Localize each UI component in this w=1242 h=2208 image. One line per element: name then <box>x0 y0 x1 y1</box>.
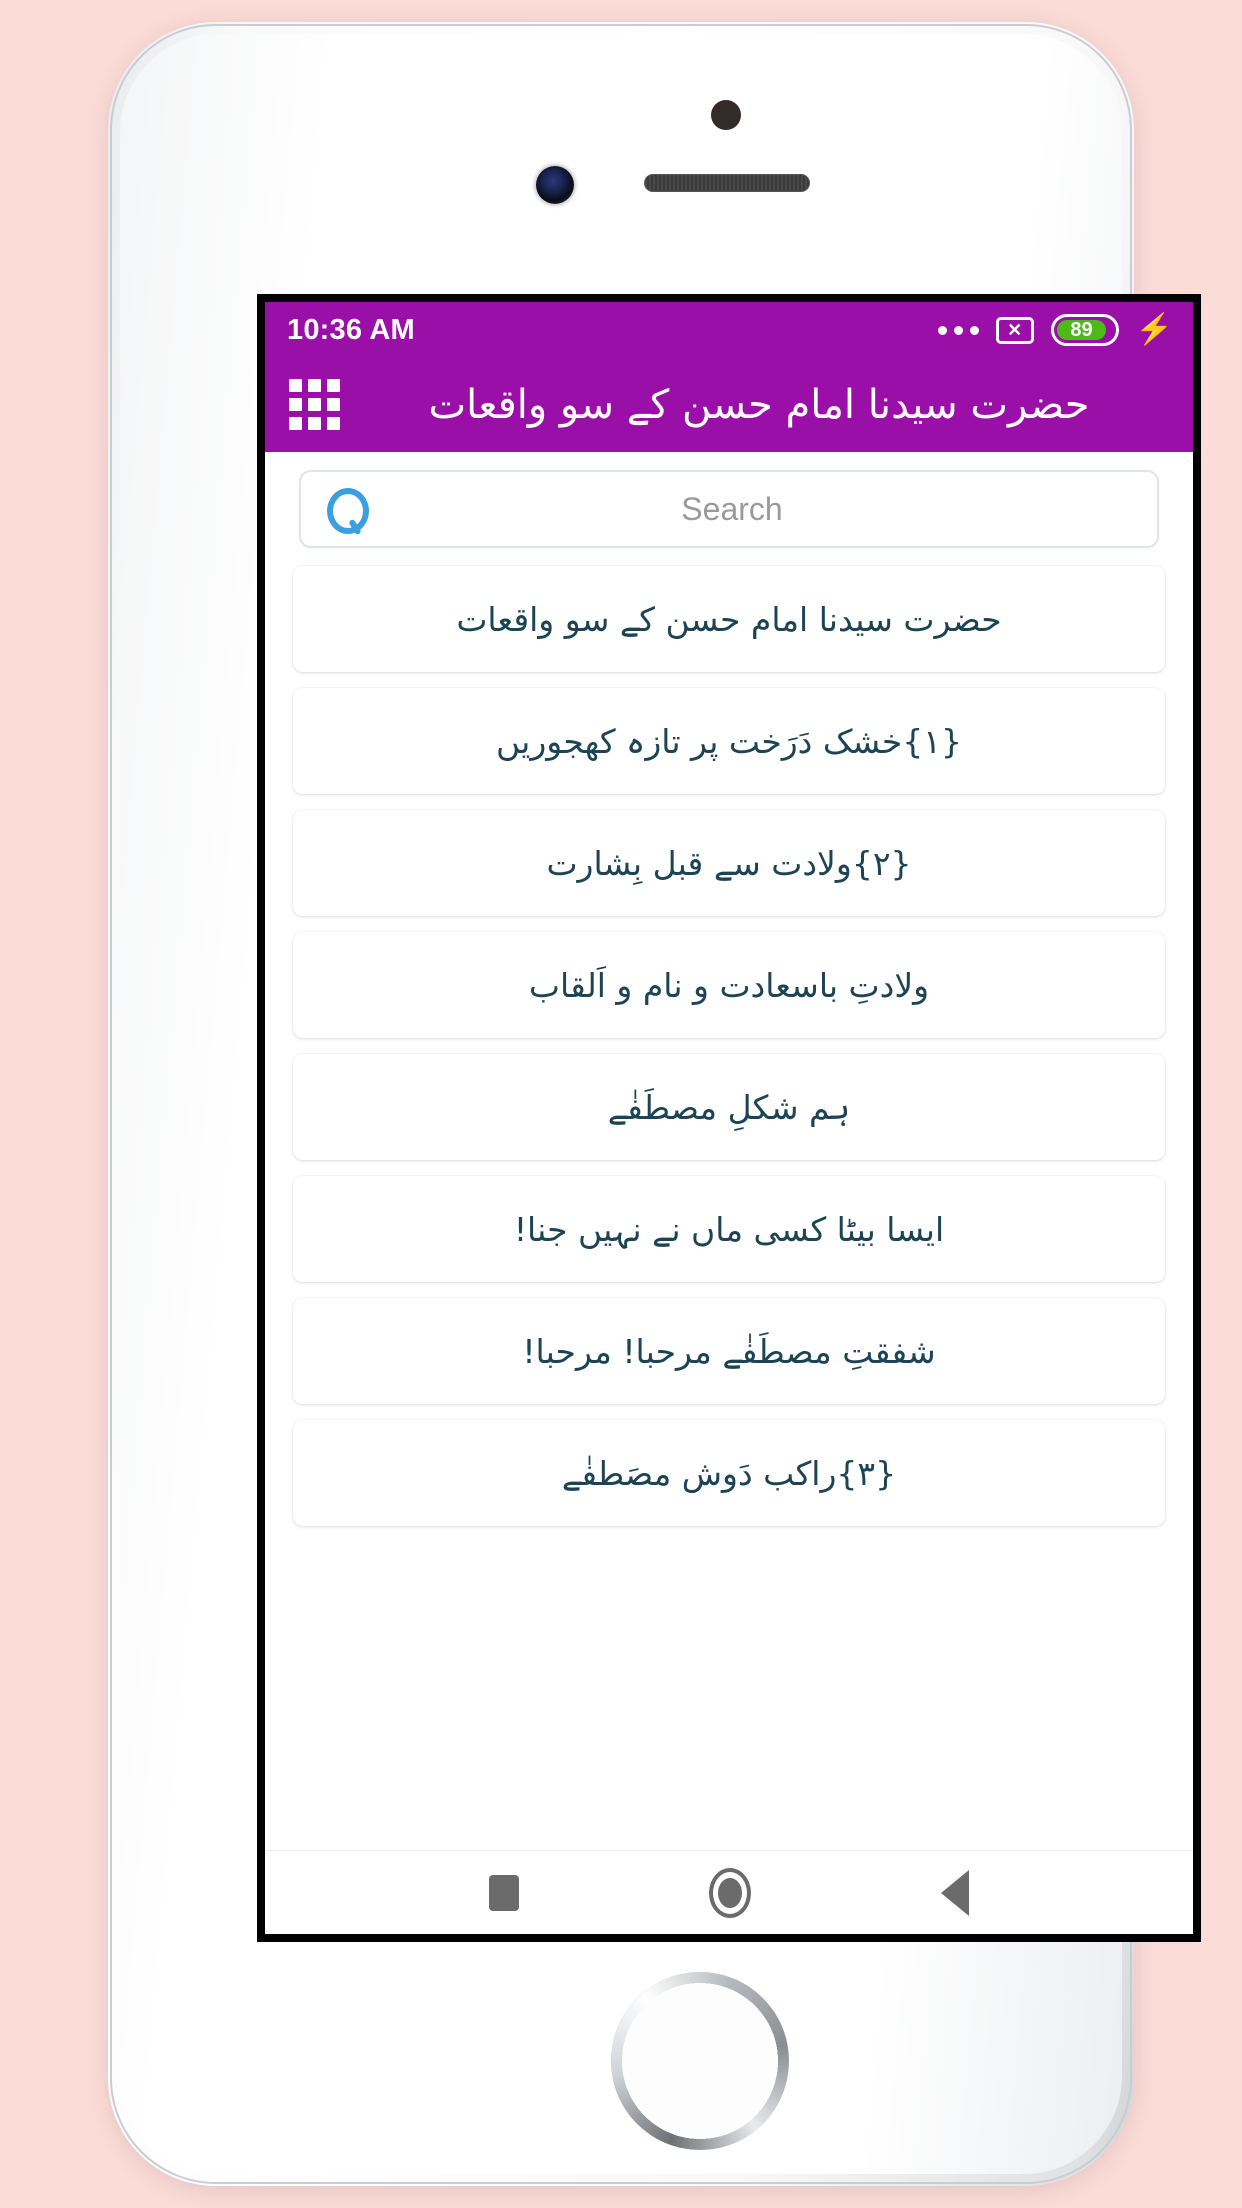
square-recents-icon[interactable] <box>489 1874 519 1911</box>
android-nav-bar <box>265 1850 1193 1934</box>
list-item-label: {۲}ولادت سے قبل بِشارت <box>546 843 912 883</box>
status-bar: 10:36 AM ✕ 89 ⚡ <box>265 302 1193 358</box>
list-item-label: ولادتِ باسعادت و نام و اَلقاب <box>528 965 930 1005</box>
screen-content: 10:36 AM ✕ 89 ⚡ حضرت سیدنا امام حسن کے س… <box>265 302 1193 1934</box>
phone-frame: 10:36 AM ✕ 89 ⚡ حضرت سیدنا امام حسن کے س… <box>108 22 1201 2186</box>
circle-home-icon[interactable] <box>709 1867 751 1918</box>
hardware-home-button[interactable] <box>616 1977 784 2145</box>
list-item-label: {۳}راکب دَوش مصَطفٰے <box>561 1453 897 1493</box>
app-content: حضرت سیدنا امام حسن کے سو واقعات {۱}خشک … <box>265 452 1193 1934</box>
list-item[interactable]: {۲}ولادت سے قبل بِشارت <box>293 810 1165 916</box>
list-item[interactable]: حضرت سیدنا امام حسن کے سو واقعات <box>293 566 1165 672</box>
search-bar-container <box>265 452 1193 558</box>
phone-screen: 10:36 AM ✕ 89 ⚡ حضرت سیدنا امام حسن کے س… <box>257 294 1201 1942</box>
battery-shell: 89 <box>1050 314 1119 346</box>
search-box[interactable] <box>299 470 1159 548</box>
list-item[interactable]: {۱}خشک دَرَخت پر تازہ کھجوریں <box>293 688 1165 794</box>
app-bar: حضرت سیدنا امام حسن کے سو واقعات <box>265 358 1193 452</box>
status-time: 10:36 AM <box>287 313 415 346</box>
status-icons: ✕ 89 ⚡ <box>937 313 1173 346</box>
battery-indicator: 89 <box>1050 314 1119 346</box>
list-item-label: شفقتِ مصطَفٰے مرحبا! مرحبا! <box>522 1331 936 1371</box>
list-item-label: ہم شکلِ مصطَفٰے <box>607 1087 851 1127</box>
grid-menu-icon[interactable] <box>289 379 341 431</box>
list-item[interactable]: {۳}راکب دَوش مصَطفٰے <box>293 1420 1165 1526</box>
search-input[interactable] <box>369 490 1095 528</box>
no-sim-icon: ✕ <box>995 316 1034 344</box>
overflow-dots-icon <box>937 325 979 335</box>
list-item-label: ایسا بیٹا کسی ماں نے نہیں جنا! <box>513 1209 945 1249</box>
front-camera-icon <box>536 166 574 204</box>
no-sim-glyph: ✕ <box>1007 320 1023 340</box>
list-item[interactable]: ولادتِ باسعادت و نام و اَلقاب <box>293 932 1165 1038</box>
lightning-bolt-icon: ⚡ <box>1135 313 1173 346</box>
list-item[interactable]: ہم شکلِ مصطَفٰے <box>293 1054 1165 1160</box>
list-item-label: حضرت سیدنا امام حسن کے سو واقعات <box>456 599 1002 639</box>
list-item[interactable]: شفقتِ مصطَفٰے مرحبا! مرحبا! <box>293 1298 1165 1404</box>
triangle-back-icon[interactable] <box>941 1869 969 1916</box>
topics-list: حضرت سیدنا امام حسن کے سو واقعات {۱}خشک … <box>265 558 1193 1526</box>
proximity-sensor-icon <box>711 100 741 130</box>
list-item-label: {۱}خشک دَرَخت پر تازہ کھجوریں <box>496 721 962 761</box>
battery-level-label: 89 <box>1056 319 1107 341</box>
earpiece-speaker <box>644 174 810 192</box>
list-item[interactable]: ایسا بیٹا کسی ماں نے نہیں جنا! <box>293 1176 1165 1282</box>
page-title: حضرت سیدنا امام حسن کے سو واقعات <box>428 382 1090 428</box>
search-icon <box>323 486 369 534</box>
